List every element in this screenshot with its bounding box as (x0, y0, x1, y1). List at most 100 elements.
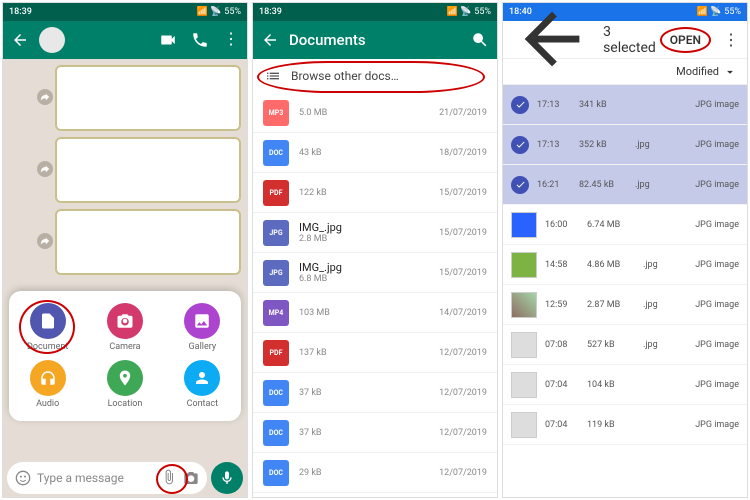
thumbnail (511, 372, 537, 398)
file-row[interactable]: 16:2182.45 kB.jpgJPG image (503, 165, 747, 205)
forward-icon[interactable] (37, 89, 53, 105)
doc-row[interactable]: JPG IMG_.jpg2.8 MB 15/07/2019 (253, 213, 497, 253)
file-size: 4.86 MB (587, 260, 635, 270)
file-list: 17:13 341 kB JPG image 17:13 352 kB .jpg JPG i… (503, 85, 747, 497)
chat-body: Document Camera Gallery Audio Location C… (3, 59, 247, 459)
message-bubble[interactable] (55, 137, 241, 203)
file-time: 16:21 (537, 180, 571, 190)
voice-call-icon[interactable] (191, 31, 209, 49)
doc-size: 6.8 MB (299, 274, 429, 284)
doc-date: 15/07/2019 (439, 188, 487, 198)
doc-size: 29 kB (299, 468, 429, 478)
filetype-badge: PDF (263, 340, 289, 366)
status-time: 18:39 (9, 7, 32, 17)
file-size: 341 kB (579, 100, 627, 110)
thumbnail (511, 332, 537, 358)
attach-camera[interactable]: Camera (90, 303, 159, 352)
file-row[interactable]: 14:584.86 MB.jpgJPG image (503, 245, 747, 285)
doc-date: 15/07/2019 (439, 228, 487, 238)
attachment-sheet: Document Camera Gallery Audio Location C… (9, 291, 241, 421)
file-name: .jpg (635, 180, 681, 190)
forward-icon[interactable] (37, 161, 53, 177)
doc-row[interactable]: DOC 37 kB 12/07/2019 (253, 373, 497, 413)
video-call-icon[interactable] (159, 31, 177, 49)
doc-date: 12/07/2019 (439, 348, 487, 358)
file-size: 527 kB (587, 340, 635, 350)
doc-row[interactable]: DOC 37 kB 12/07/2019 (253, 413, 497, 453)
open-button[interactable]: OPEN (666, 31, 705, 49)
message-bubble[interactable] (55, 65, 241, 131)
chat-app-bar: ⋮ (3, 21, 247, 59)
emoji-icon[interactable] (15, 470, 31, 486)
doc-row[interactable]: MP3 5.0 MB 21/07/2019 (253, 93, 497, 133)
file-row[interactable]: 07:04 104 kB JPG image (503, 365, 747, 405)
file-name: .jpg (643, 300, 681, 310)
doc-date: 15/07/2019 (439, 268, 487, 278)
file-type: JPG image (689, 420, 739, 430)
file-time: 17:13 (537, 140, 571, 150)
picker-app-bar: 3 selected OPEN ⋮ (503, 21, 747, 59)
status-bar: 18:39 📶 📡 55% (3, 3, 247, 21)
message-bubble[interactable] (55, 209, 241, 275)
file-name: .jpg (635, 140, 681, 150)
doc-row[interactable]: DOC 29 kB 12/07/2019 (253, 453, 497, 493)
file-row[interactable]: 07:04119 kBJPG image (503, 405, 747, 445)
attach-icon[interactable] (161, 469, 177, 488)
input-row: Type a message (3, 459, 247, 497)
file-type: JPG image (689, 260, 739, 270)
file-time: 17:13 (537, 100, 571, 110)
search-icon[interactable] (471, 31, 489, 49)
forward-icon[interactable] (37, 233, 53, 249)
picker-title: 3 selected (603, 24, 656, 56)
file-time: 07:04 (545, 380, 579, 390)
doc-size: 37 kB (299, 428, 429, 438)
doc-row[interactable]: PDF 137 kB 12/07/2019 (253, 333, 497, 373)
doc-date: 14/07/2019 (439, 308, 487, 318)
list-icon (265, 68, 281, 84)
documents-screen: 18:39 📶 📡 55% Documents Browse other doc… (252, 2, 498, 498)
doc-name: IMG_.jpg (299, 261, 429, 274)
doc-size: 43 kB (299, 148, 429, 158)
attach-document[interactable]: Document (13, 303, 82, 352)
file-size: 104 kB (587, 380, 635, 390)
browse-other-docs[interactable]: Browse other docs… (253, 59, 497, 93)
file-row[interactable]: 16:006.74 MBJPG image (503, 205, 747, 245)
filetype-badge: MP3 (263, 100, 289, 126)
more-icon[interactable]: ⋮ (223, 31, 239, 49)
doc-row[interactable]: JPG IMG_.jpg6.8 MB 15/07/2019 (253, 253, 497, 293)
doc-row[interactable]: DOC 43 kB 18/07/2019 (253, 133, 497, 173)
filetype-badge: PDF (263, 180, 289, 206)
status-bar: 18:39 📶 📡 55% (253, 3, 497, 21)
file-row[interactable]: 17:13 352 kB .jpg JPG image (503, 125, 747, 165)
camera-icon[interactable] (183, 470, 199, 486)
attach-location[interactable]: Location (90, 360, 159, 409)
sort-row[interactable]: Modified (503, 59, 747, 85)
doc-row[interactable]: MP4 103 MB 14/07/2019 (253, 293, 497, 333)
file-row[interactable]: 12:592.87 MB.jpgJPG image (503, 285, 747, 325)
avatar[interactable] (39, 27, 65, 53)
file-time: 14:58 (545, 260, 579, 270)
doc-row[interactable]: PDF 122 kB 15/07/2019 (253, 173, 497, 213)
mic-button[interactable] (211, 462, 243, 494)
file-type: JPG image (689, 380, 739, 390)
file-row[interactable]: 07:08527 kB.jpgJPG image (503, 325, 747, 365)
file-row[interactable]: 17:13341 kBJPG image (503, 85, 747, 125)
more-icon[interactable]: ⋮ (723, 32, 739, 48)
file-time: 12:59 (545, 300, 579, 310)
file-picker-screen: 18:40 📶 📡 55% 3 selected OPEN ⋮ Modified… (502, 2, 748, 498)
file-time: 07:04 (545, 420, 579, 430)
attach-gallery[interactable]: Gallery (168, 303, 237, 352)
checkmark-icon (511, 96, 529, 114)
file-size: 352 kB (579, 140, 627, 150)
file-type: JPG image (689, 140, 739, 150)
attach-contact[interactable]: Contact (168, 360, 237, 409)
message-input[interactable]: Type a message (7, 462, 207, 494)
attach-audio[interactable]: Audio (13, 360, 82, 409)
file-type: JPG image (689, 180, 739, 190)
doc-date: 18/07/2019 (439, 148, 487, 158)
back-icon[interactable] (11, 31, 29, 49)
thumbnail (511, 412, 537, 438)
back-icon[interactable] (261, 31, 279, 49)
file-size: 2.87 MB (587, 300, 635, 310)
doc-date: 12/07/2019 (439, 388, 487, 398)
